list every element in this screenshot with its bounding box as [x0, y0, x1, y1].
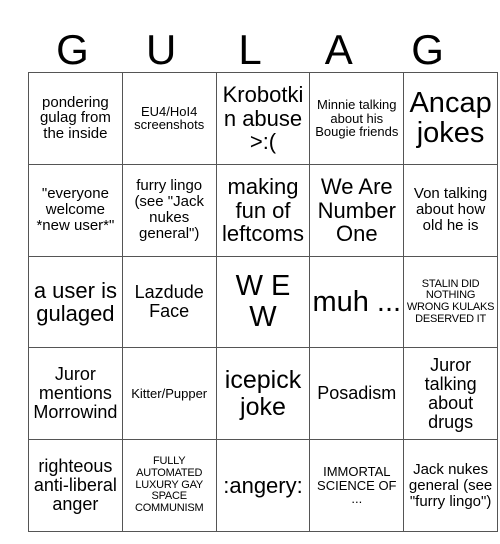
- bingo-cell-r3c3[interactable]: Posadism: [309, 347, 405, 441]
- bingo-cell-label: Kitter/Pupper: [131, 385, 208, 401]
- bingo-cell-r0c0[interactable]: pondering gulag from the inside: [28, 72, 123, 165]
- bingo-cell-r4c2[interactable]: :angery:: [215, 439, 311, 532]
- bingo-cell-label: "everyone welcome *new user*": [36, 185, 115, 235]
- bingo-header-letter-4: G: [411, 26, 444, 73]
- bingo-cell-r1c4[interactable]: Von talking about how old he is: [403, 163, 498, 257]
- bingo-cell-label: W E W: [235, 270, 291, 333]
- bingo-grid: pondering gulag from the inside EU4/HoI4 …: [28, 72, 498, 532]
- bingo-cell-label: EU4/HoI4 screenshots: [134, 103, 205, 133]
- bingo-cell-r4c1[interactable]: FULLY AUTOMATED LUXURY GAY SPACE COMMUNI…: [121, 439, 217, 532]
- bingo-header-letter-2: L: [238, 26, 262, 73]
- bingo-cell-r1c1[interactable]: furry lingo (see "Jack nukes general"): [121, 163, 217, 257]
- bingo-header-letter-0: G: [56, 26, 89, 73]
- bingo-cell-label: icepick joke: [224, 366, 302, 421]
- bingo-cell-r3c4[interactable]: Juror talking about drugs: [403, 347, 498, 441]
- bingo-cell-label: :angery:: [223, 472, 303, 498]
- bingo-card: G U L A G pondering gulag from the inside EU4…: [0, 0, 500, 544]
- bingo-cell-label: We Are Number One: [317, 174, 396, 246]
- bingo-cell-r1c3[interactable]: We Are Number One: [309, 163, 405, 257]
- bingo-cell-r2c4[interactable]: STALIN DID NOTHING WRONG KULAKS DESERVED…: [403, 255, 498, 349]
- bingo-row: "everyone welcome *new user*" furry lingo…: [28, 163, 498, 257]
- bingo-cell-label: pondering gulag from the inside: [39, 93, 111, 143]
- bingo-cell-label: a user is gulaged: [33, 277, 117, 326]
- bingo-grid-body: pondering gulag from the inside EU4/HoI4 …: [28, 72, 498, 532]
- bingo-cell-label: Minnie talking about his Bougie friends: [315, 96, 399, 140]
- bingo-cell-r4c3[interactable]: IMMORTAL SCIENCE OF ...: [309, 439, 405, 532]
- bingo-cell-r1c2[interactable]: making fun of leftcoms: [215, 163, 311, 257]
- bingo-row: righteous anti-liberal anger FULLY AUTOMA…: [28, 439, 498, 532]
- bingo-cell-r2c1[interactable]: Lazdude Face: [121, 255, 217, 349]
- bingo-cell-label: Jack nukes general (see "furry lingo"): [408, 460, 493, 510]
- bingo-cell-r0c2[interactable]: Krobotkin abuse >:(: [215, 72, 311, 165]
- bingo-cell-r0c1[interactable]: EU4/HoI4 screenshots: [121, 72, 217, 165]
- bingo-cell-r2c2[interactable]: W E W: [215, 255, 311, 349]
- bingo-cell-r3c1[interactable]: Kitter/Pupper: [121, 347, 217, 441]
- bingo-cell-r0c3[interactable]: Minnie talking about his Bougie friends: [309, 72, 405, 165]
- bingo-cell-label: STALIN DID NOTHING WRONG KULAKS DESERVED…: [406, 277, 495, 325]
- bingo-cell-r2c3[interactable]: muh ...: [309, 255, 405, 349]
- bingo-header-row: GULAG: [28, 14, 472, 72]
- bingo-cell-label: muh ...: [312, 285, 402, 318]
- bingo-cell-label: IMMORTAL SCIENCE OF ...: [317, 463, 397, 507]
- bingo-cell-r3c0[interactable]: Juror mentions Morrowind: [28, 347, 123, 441]
- bingo-row: pondering gulag from the inside EU4/HoI4 …: [28, 72, 498, 165]
- bingo-cell-r4c4[interactable]: Jack nukes general (see "furry lingo"): [403, 439, 498, 532]
- bingo-header-letter-3: A: [324, 26, 353, 73]
- bingo-cell-r4c0[interactable]: righteous anti-liberal anger: [28, 439, 123, 532]
- bingo-cell-label: Posadism: [317, 383, 397, 404]
- bingo-cell-r2c0[interactable]: a user is gulaged: [28, 255, 123, 349]
- bingo-row: a user is gulaged Lazdude Face W E W muh ..…: [28, 255, 498, 349]
- bingo-cell-r3c2[interactable]: icepick joke: [215, 347, 311, 441]
- bingo-cell-label: FULLY AUTOMATED LUXURY GAY SPACE COMMUNI…: [134, 455, 204, 515]
- bingo-cell-label: righteous anti-liberal anger: [33, 455, 117, 515]
- bingo-header-letter-1: U: [146, 26, 177, 73]
- bingo-cell-label: Juror mentions Morrowind: [33, 364, 118, 423]
- bingo-cell-label: Juror talking about drugs: [424, 354, 477, 432]
- bingo-row: Juror mentions Morrowind Kitter/Pupper ice…: [28, 347, 498, 441]
- bingo-cell-r1c0[interactable]: "everyone welcome *new user*": [28, 163, 123, 257]
- bingo-cell-label: Ancap jokes: [409, 86, 492, 150]
- bingo-cell-label: Von talking about how old he is: [413, 185, 488, 235]
- bingo-cell-label: Krobotkin abuse >:(: [222, 82, 304, 155]
- bingo-cell-label: making fun of leftcoms: [222, 174, 304, 246]
- bingo-cell-r0c4[interactable]: Ancap jokes: [403, 72, 498, 165]
- bingo-cell-label: furry lingo (see "Jack nukes general"): [134, 177, 204, 243]
- bingo-cell-label: Lazdude Face: [134, 281, 204, 321]
